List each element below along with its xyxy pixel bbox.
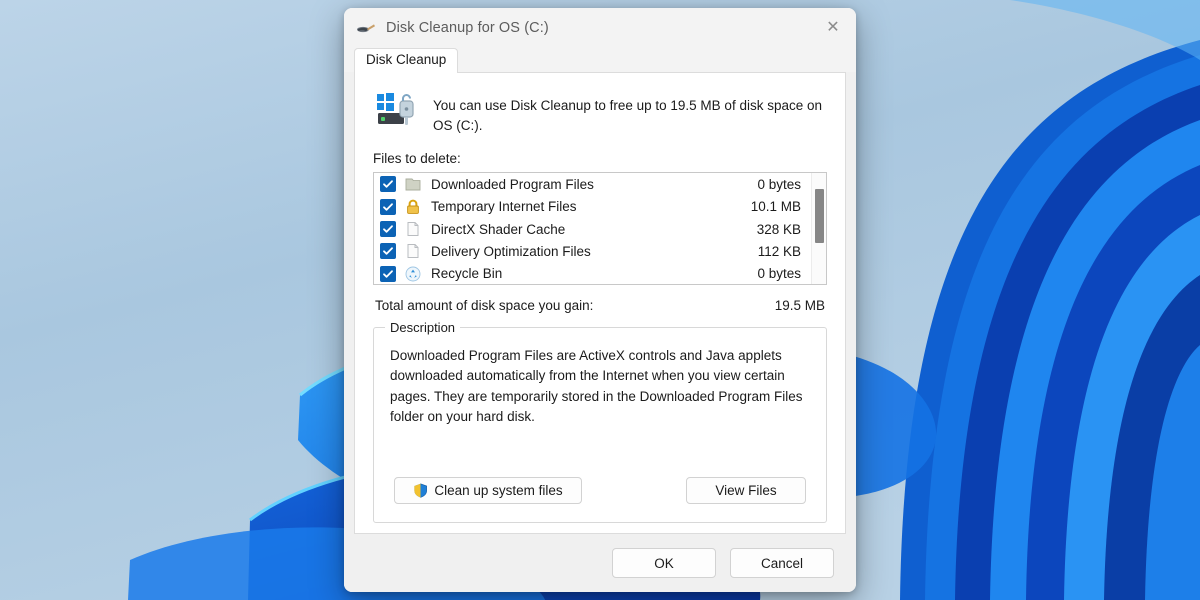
dialog-title: Disk Cleanup for OS (C:): [386, 20, 549, 36]
tab-strip: Disk Cleanup: [344, 48, 856, 73]
list-item[interactable]: DirectX Shader Cache 328 KB: [374, 218, 811, 240]
padlock-icon: [407, 199, 419, 214]
page-icon: [407, 244, 419, 259]
description-button-row: Clean up system files View Files: [390, 477, 810, 508]
checkbox-checked[interactable]: [380, 198, 396, 215]
list-item-name: Downloaded Program Files: [431, 176, 594, 192]
list-item[interactable]: Temporary Internet Files 10.1 MB: [374, 196, 811, 218]
dialog-titlebar[interactable]: Disk Cleanup for OS (C:) ✕: [344, 8, 856, 48]
file-list-items: Downloaded Program Files 0 bytes Tempora…: [374, 173, 811, 284]
folder-icon: [405, 178, 421, 191]
scrollbar-thumb[interactable]: [815, 189, 824, 244]
tab-panel-disk-cleanup: You can use Disk Cleanup to free up to 1…: [354, 72, 846, 534]
list-item-size: 0 bytes: [757, 266, 801, 282]
list-item-name: DirectX Shader Cache: [431, 221, 566, 237]
checkbox-checked[interactable]: [380, 221, 396, 238]
uac-shield-icon: [414, 483, 428, 498]
disk-cleanup-dialog: Disk Cleanup for OS (C:) ✕ Disk Cleanup: [344, 8, 856, 592]
list-item-size: 10.1 MB: [750, 199, 801, 215]
list-item[interactable]: Recycle Bin 0 bytes: [374, 263, 811, 284]
ok-button[interactable]: OK: [612, 548, 716, 578]
description-legend: Description: [385, 320, 461, 336]
total-value: 19.5 MB: [774, 298, 825, 314]
checkbox-checked[interactable]: [380, 265, 396, 282]
dialog-footer: OK Cancel: [344, 534, 856, 592]
description-groupbox: Description Downloaded Program Files are…: [373, 320, 827, 523]
list-item-name: Recycle Bin: [431, 266, 503, 282]
tab-disk-cleanup[interactable]: Disk Cleanup: [354, 48, 459, 73]
close-icon[interactable]: ✕: [810, 8, 856, 48]
disk-cleanup-brush-icon: [357, 24, 375, 33]
header-blurb-text: You can use Disk Cleanup to free up to 1…: [433, 98, 822, 133]
list-item-size: 0 bytes: [757, 176, 801, 192]
recycle-bin-icon: [405, 266, 421, 282]
clean-up-system-files-label: Clean up system files: [434, 483, 563, 498]
list-item[interactable]: Downloaded Program Files 0 bytes: [374, 173, 811, 195]
clean-up-system-files-button[interactable]: Clean up system files: [394, 477, 582, 504]
list-item[interactable]: Delivery Optimization Files 112 KB: [374, 240, 811, 262]
cancel-button[interactable]: Cancel: [730, 548, 834, 578]
list-item-size: 112 KB: [757, 243, 801, 259]
list-item-size: 328 KB: [756, 221, 801, 237]
file-list-scrollbar[interactable]: [811, 173, 826, 285]
checkbox-checked[interactable]: [380, 243, 396, 260]
page-icon: [407, 222, 419, 237]
total-disk-space-row: Total amount of disk space you gain: 19.…: [375, 298, 825, 313]
desktop-background: Disk Cleanup for OS (C:) ✕ Disk Cleanup: [0, 0, 1200, 600]
files-to-delete-list[interactable]: Downloaded Program Files 0 bytes Tempora…: [373, 172, 827, 286]
checkbox-checked[interactable]: [380, 176, 396, 193]
disk-drive-cleanup-icon: [377, 93, 414, 125]
view-files-button[interactable]: View Files: [686, 477, 806, 504]
description-text: Downloaded Program Files are ActiveX con…: [390, 348, 803, 424]
list-item-name: Delivery Optimization Files: [431, 243, 591, 259]
list-item-name: Temporary Internet Files: [431, 199, 577, 215]
total-label: Total amount of disk space you gain:: [375, 298, 594, 314]
header-blurb: You can use Disk Cleanup to free up to 1…: [375, 91, 827, 135]
files-to-delete-label: Files to delete:: [373, 151, 461, 167]
